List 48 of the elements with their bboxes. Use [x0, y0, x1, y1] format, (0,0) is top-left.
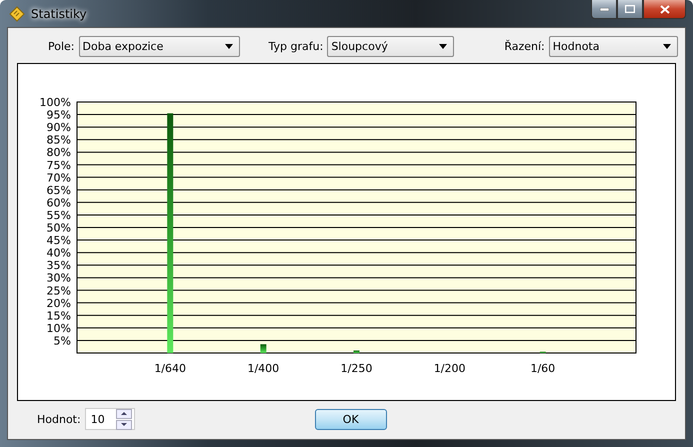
- x-tick-label: 1/640: [154, 362, 186, 375]
- y-tick-label: 50%: [46, 222, 71, 234]
- y-tick-label: 55%: [46, 208, 71, 222]
- field-label: Typ grafu:: [268, 40, 324, 52]
- caret-icon: [439, 44, 448, 48]
- count-spinbox[interactable]: 10: [84, 408, 135, 430]
- y-tick-label: 65%: [46, 184, 71, 197]
- y-tick-label: 60%: [46, 196, 71, 210]
- y-tick-label: 40%: [46, 246, 71, 260]
- y-tick-label: 95%: [46, 108, 71, 122]
- ok-button[interactable]: OK: [314, 408, 387, 430]
- y-tick-label: 90%: [46, 121, 71, 134]
- x-tick-label: 1/60: [530, 362, 556, 375]
- dropdown[interactable]: Sloupcový: [327, 36, 454, 56]
- y-tick-label: 35%: [46, 259, 71, 272]
- y-tick-label: 85%: [46, 134, 71, 147]
- y-tick-label: 25%: [46, 284, 71, 298]
- y-tick-label: 30%: [46, 272, 71, 285]
- field-label: Pole:: [48, 40, 75, 52]
- x-tick-label: 1/200: [434, 362, 466, 375]
- y-tick-label: 10%: [46, 322, 71, 335]
- caret-icon: [662, 44, 671, 48]
- dropdown[interactable]: Hodnota: [548, 36, 678, 56]
- x-tick-label: 1/250: [340, 362, 372, 375]
- close-icon: [660, 4, 670, 14]
- field-label: Řazení:: [504, 40, 545, 52]
- down-arrow-icon: [120, 423, 127, 426]
- y-tick-label: 45%: [46, 234, 71, 248]
- maximize-icon: [625, 5, 635, 13]
- bar: [354, 350, 360, 353]
- minimize-button[interactable]: [591, 0, 617, 19]
- y-tick-label: 80%: [46, 146, 71, 160]
- count-label: Hodnot:: [37, 412, 81, 426]
- maximize-button[interactable]: [617, 0, 643, 19]
- dropdown[interactable]: Doba expozice: [78, 36, 240, 56]
- y-tick-label: 20%: [46, 296, 71, 310]
- close-button[interactable]: [643, 0, 686, 19]
- y-tick-label: 15%: [46, 309, 71, 322]
- y-tick-label: 70%: [46, 171, 71, 184]
- minimize-icon: [600, 8, 608, 10]
- x-tick-label: 1/400: [247, 362, 280, 375]
- caret-icon: [224, 44, 233, 48]
- up-arrow-icon: [120, 412, 127, 415]
- window-title: Statistiky: [31, 6, 88, 20]
- y-tick-label: 100%: [40, 96, 71, 109]
- app-icon: [9, 6, 25, 22]
- y-tick-label: 5%: [54, 334, 71, 348]
- y-tick-label: 75%: [46, 158, 71, 172]
